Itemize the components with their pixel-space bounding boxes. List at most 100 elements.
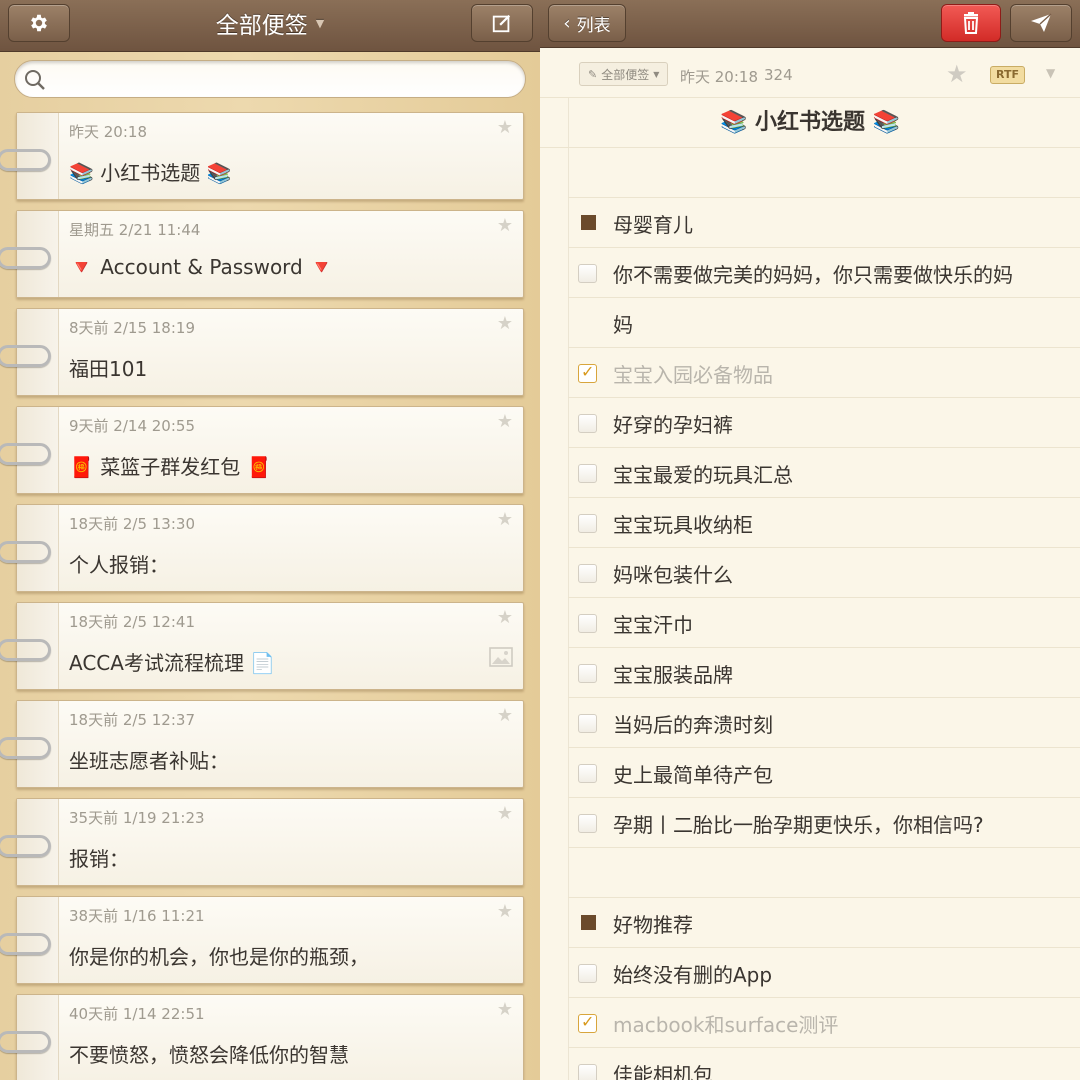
note-card[interactable]: 18天前 2/5 13:30 个人报销： ★ xyxy=(0,504,524,592)
note-card-date: 9天前 2/14 20:55 xyxy=(69,417,195,435)
checkbox[interactable] xyxy=(578,964,597,983)
note-card-date: 星期五 2/21 11:44 xyxy=(69,221,201,239)
note-meta-row: ✎ 全部便签 ▼ 昨天 20:18 324 ★ RTF ▼ xyxy=(540,52,1080,98)
chevron-down-icon: ▼ xyxy=(315,16,325,30)
checklist-item: 史上最简单待产包 xyxy=(540,748,1080,798)
checklist-item-text: 妈 xyxy=(613,313,633,337)
checkbox[interactable] xyxy=(578,614,597,633)
checklist-item-text: 当妈后的奔溃时刻 xyxy=(613,713,773,737)
note-card-date: 18天前 2/5 13:30 xyxy=(69,515,195,533)
checkmark-icon: ✓ xyxy=(581,1012,595,1031)
note-card-title: 不要愤怒，愤怒会降低你的智慧 xyxy=(69,1043,349,1067)
note-detail-pane: ‹ 列表 ✎ 全部便签 ▼ 昨天 20:18 324 ★ RTF ▼ 📚 小红书… xyxy=(540,0,1080,1080)
folder-title: 全部便签 xyxy=(215,13,308,39)
note-card[interactable]: 38天前 1/16 11:21 你是你的机会，你也是你的瓶颈， ★ xyxy=(0,896,524,984)
checkbox[interactable]: ✓ xyxy=(578,362,597,383)
rtf-badge[interactable]: RTF xyxy=(990,66,1025,84)
note-title[interactable]: 📚 小红书选题 📚 xyxy=(540,100,1080,148)
note-card-title: 个人报销： xyxy=(69,553,169,577)
trash-icon xyxy=(963,12,979,34)
chevron-down-icon[interactable]: ▼ xyxy=(1046,66,1055,80)
left-toolbar: 全部便签 ▼ xyxy=(0,0,540,52)
checklist-item: 宝宝汗巾 xyxy=(540,598,1080,648)
note-card-date: 昨天 20:18 xyxy=(69,123,147,141)
delete-button[interactable] xyxy=(941,4,1001,42)
share-button[interactable] xyxy=(1010,4,1072,42)
checkbox[interactable] xyxy=(578,514,597,533)
note-card-title: 福田101 xyxy=(69,357,148,381)
checklist-item-text: 宝宝玩具收纳柜 xyxy=(613,513,753,537)
note-card[interactable]: 35天前 1/19 21:23 报销： ★ xyxy=(0,798,524,886)
checkbox[interactable] xyxy=(578,264,597,283)
checklist-item: 孕期丨二胎比一胎孕期更快乐，你相信吗? xyxy=(540,798,1080,848)
star-icon[interactable]: ★ xyxy=(497,215,513,236)
note-card-title: 🧧 菜篮子群发红包 🧧 xyxy=(69,455,272,479)
chevron-left-icon: ‹ xyxy=(563,12,571,34)
note-list-pane: 全部便签 ▼ 昨天 20:18 📚 小红书选题 📚 ★ 星期五 2/21 11:44 🔻… xyxy=(0,0,540,1080)
chevron-down-icon: ▼ xyxy=(653,69,660,79)
checkbox[interactable] xyxy=(578,664,597,683)
heading-bullet-icon xyxy=(581,915,596,930)
note-card[interactable]: 18天前 2/5 12:41 ACCA考试流程梳理 📄 ★ xyxy=(0,602,524,690)
note-card-date: 35天前 1/19 21:23 xyxy=(69,809,205,827)
checkbox[interactable] xyxy=(578,764,597,783)
send-icon xyxy=(1031,13,1052,32)
checkbox[interactable]: ✓ xyxy=(578,1012,597,1033)
checkbox[interactable] xyxy=(578,714,597,733)
star-icon[interactable]: ★ xyxy=(497,901,513,922)
binder-ring-icon xyxy=(0,737,51,759)
checklist-item-text: 孕期丨二胎比一胎孕期更快乐，你相信吗? xyxy=(613,813,984,837)
note-card[interactable]: 星期五 2/21 11:44 🔻 Account & Password 🔻 ★ xyxy=(0,210,524,298)
note-card[interactable]: 18天前 2/5 12:37 坐班志愿者补贴： ★ xyxy=(0,700,524,788)
note-card[interactable]: 40天前 1/14 22:51 不要愤怒，愤怒会降低你的智慧 ★ xyxy=(0,994,524,1080)
checklist-item: 当妈后的奔溃时刻 xyxy=(540,698,1080,748)
ruled-line xyxy=(568,848,1080,898)
ruled-line xyxy=(568,148,1080,198)
settings-button[interactable] xyxy=(8,4,70,42)
compose-button[interactable] xyxy=(471,4,533,42)
folder-title-dropdown[interactable]: 全部便签 ▼ xyxy=(170,6,370,40)
star-icon[interactable]: ★ xyxy=(497,509,513,530)
search-input[interactable] xyxy=(57,61,517,97)
binder-ring-icon xyxy=(0,835,51,857)
star-icon[interactable]: ★ xyxy=(497,411,513,432)
checklist-item-text: 佳能相机包 xyxy=(613,1063,713,1080)
note-card[interactable]: 9天前 2/14 20:55 🧧 菜篮子群发红包 🧧 ★ xyxy=(0,406,524,494)
checklist-item: 宝宝服装品牌 xyxy=(540,648,1080,698)
star-icon[interactable]: ★ xyxy=(946,60,968,88)
checklist-item-text: 宝宝入园必备物品 xyxy=(613,363,773,387)
section-heading-text: 母婴育儿 xyxy=(613,213,693,237)
star-icon[interactable]: ★ xyxy=(497,313,513,334)
checklist-item: 佳能相机包 xyxy=(540,1048,1080,1080)
checklist-item: 宝宝玩具收纳柜 xyxy=(540,498,1080,548)
checklist-item: 好穿的孕妇裤 xyxy=(540,398,1080,448)
search-bar xyxy=(14,60,526,98)
note-card-title: ACCA考试流程梳理 📄 xyxy=(69,651,276,675)
checklist-item: 妈咪包装什么 xyxy=(540,548,1080,598)
checkbox[interactable] xyxy=(578,1064,597,1080)
image-attachment-icon xyxy=(489,647,513,667)
star-icon[interactable]: ★ xyxy=(497,705,513,726)
note-card[interactable]: 8天前 2/15 18:19 福田101 ★ xyxy=(0,308,524,396)
checklist-item-text: macbook和surface测评 xyxy=(613,1013,839,1037)
checkbox[interactable] xyxy=(578,414,597,433)
binder-ring-icon xyxy=(0,541,51,563)
star-icon[interactable]: ★ xyxy=(497,607,513,628)
note-date: 昨天 20:18 xyxy=(680,68,758,86)
binder-ring-icon xyxy=(0,443,51,465)
checklist-item: ✓ 宝宝入园必备物品 xyxy=(540,348,1080,398)
checkbox[interactable] xyxy=(578,814,597,833)
folder-selector[interactable]: ✎ 全部便签 ▼ xyxy=(579,62,669,86)
note-card-date: 38天前 1/16 11:21 xyxy=(69,907,205,925)
checkbox[interactable] xyxy=(578,564,597,583)
back-to-list-button[interactable]: ‹ 列表 xyxy=(548,4,626,42)
note-card-date: 18天前 2/5 12:37 xyxy=(69,711,195,729)
checklist-item: 你不需要做完美的妈妈，你只需要做快乐的妈 xyxy=(540,248,1080,298)
section-heading: 好物推荐 xyxy=(540,898,1080,948)
note-card[interactable]: 昨天 20:18 📚 小红书选题 📚 ★ xyxy=(0,112,524,200)
checkbox[interactable] xyxy=(578,464,597,483)
star-icon[interactable]: ★ xyxy=(497,117,513,138)
star-icon[interactable]: ★ xyxy=(497,999,513,1020)
star-icon[interactable]: ★ xyxy=(497,803,513,824)
checklist-item-text: 宝宝最爱的玩具汇总 xyxy=(613,463,793,487)
